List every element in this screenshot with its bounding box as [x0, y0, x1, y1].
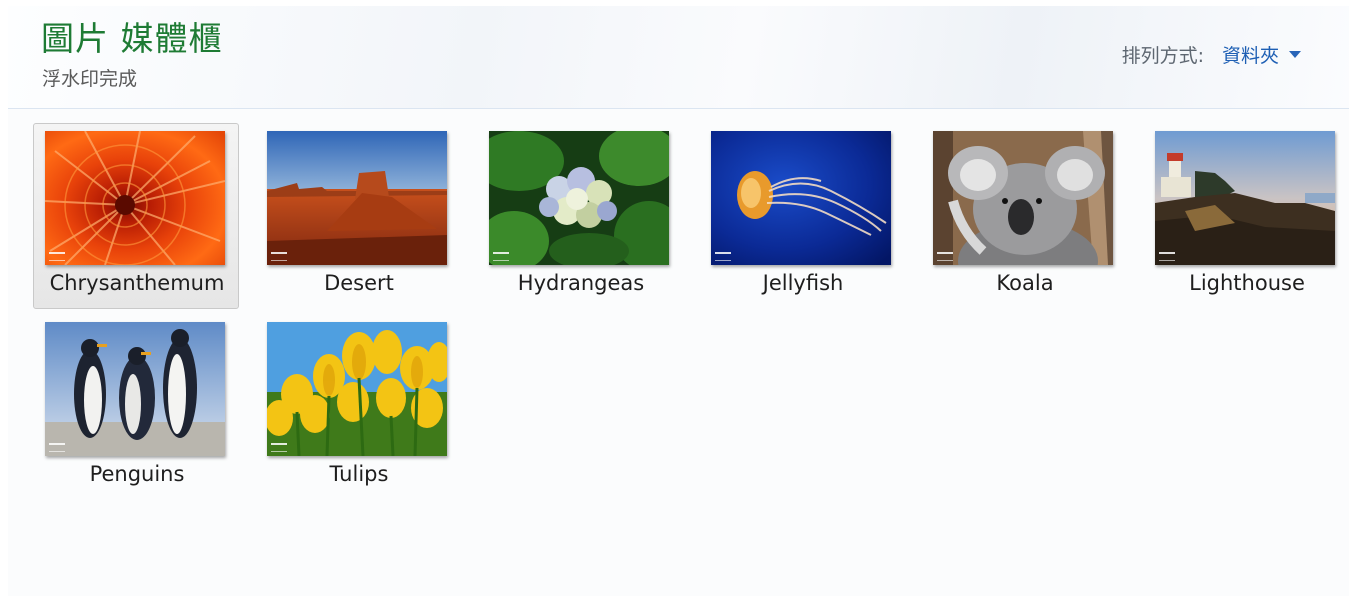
item-caption: Tulips [329, 462, 389, 486]
watermark-mark [49, 252, 65, 261]
koala-thumbnail[interactable] [933, 131, 1113, 265]
watermark-mark [715, 252, 731, 261]
library-header: 圖片 媒體櫃 浮水印完成 排列方式: 資料夾 [8, 6, 1349, 109]
watermark-mark [49, 443, 65, 452]
library-subtitle: 浮水印完成 [42, 68, 138, 90]
watermark-mark [271, 252, 287, 261]
item-caption: Hydrangeas [517, 271, 645, 295]
image-item-tulips[interactable]: Tulips [255, 314, 461, 500]
image-item-jellyfish[interactable]: Jellyfish [699, 123, 905, 309]
arrange-by: 排列方式: 資料夾 [1122, 41, 1301, 68]
image-item-chrysanthemum[interactable]: Chrysanthemum [33, 123, 239, 309]
image-item-desert[interactable]: Desert [255, 123, 461, 309]
lighthouse-thumbnail[interactable] [1155, 131, 1335, 265]
item-caption: Jellyfish [762, 271, 844, 295]
item-caption: Koala [996, 271, 1054, 295]
image-item-koala[interactable]: Koala [921, 123, 1127, 309]
arrange-by-label: 排列方式: [1121, 45, 1204, 67]
watermark-mark [493, 252, 509, 261]
arrange-by-dropdown[interactable]: 資料夾 [1222, 45, 1279, 67]
library-window: 圖片 媒體櫃 浮水印完成 排列方式: 資料夾 Chrysanthemum Des… [8, 6, 1349, 596]
item-caption: Chrysanthemum [49, 271, 225, 295]
image-item-lighthouse[interactable]: Lighthouse [1143, 123, 1349, 309]
chrysanthemum-thumbnail[interactable] [45, 131, 225, 265]
desert-thumbnail[interactable] [267, 131, 447, 265]
penguins-thumbnail[interactable] [45, 322, 225, 456]
jellyfish-thumbnail[interactable] [711, 131, 891, 265]
tulips-thumbnail[interactable] [267, 322, 447, 456]
image-item-hydrangeas[interactable]: Hydrangeas [477, 123, 683, 309]
item-caption: Penguins [89, 462, 185, 486]
watermark-mark [937, 252, 953, 261]
watermark-mark [271, 443, 287, 452]
watermark-mark [1159, 252, 1175, 261]
image-item-penguins[interactable]: Penguins [33, 314, 239, 500]
item-caption: Lighthouse [1189, 271, 1305, 295]
item-caption: Desert [324, 271, 394, 295]
hydrangeas-thumbnail[interactable] [489, 131, 669, 265]
chevron-down-icon[interactable] [1289, 51, 1301, 58]
library-title: 圖片 媒體櫃 [41, 19, 223, 58]
